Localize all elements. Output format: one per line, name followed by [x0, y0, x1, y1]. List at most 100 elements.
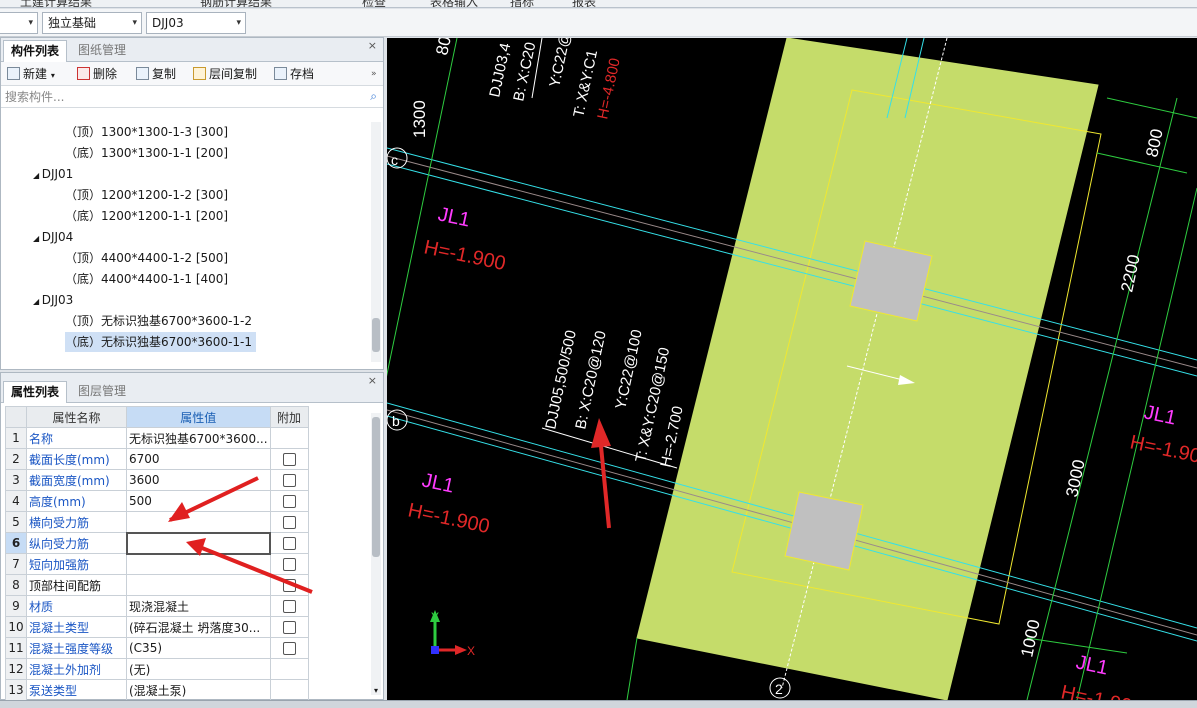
tree-leaf-item[interactable]: （顶）无标识独基6700*3600-1-2 [65, 311, 256, 331]
beam-elevation: H=-1.900 [422, 236, 508, 275]
attach-checkbox[interactable] [282, 452, 296, 466]
property-row[interactable]: 6 纵向受力筋 [5, 531, 309, 555]
property-value[interactable]: (无) [126, 658, 271, 680]
component-name-combo[interactable]: DJJ03 ▾ [146, 12, 246, 34]
property-row[interactable]: 13 泵送类型 (混凝土泵) [5, 679, 309, 701]
property-value[interactable]: 6700 [126, 448, 271, 470]
tree-item-label: （顶）无标识独基6700*3600-1-2 [65, 314, 253, 328]
tree-group-item[interactable]: ◢ DJJ03 [33, 290, 73, 310]
attach-checkbox[interactable] [282, 599, 296, 613]
expand-icon[interactable]: ◢ [33, 297, 42, 306]
property-scrollbar-thumb[interactable] [372, 417, 380, 557]
component-panel-tabs: 构件列表 图纸管理 × [1, 38, 383, 62]
tree-leaf-item[interactable]: （底）4400*4400-1-1 [400] [65, 269, 232, 289]
property-row[interactable]: 4 高度(mm) 500 [5, 490, 309, 512]
chevron-down-icon: ▾ [132, 18, 137, 28]
property-value[interactable]: (混凝土泵) [126, 679, 271, 701]
tab-drawing-management[interactable]: 图纸管理 [71, 40, 133, 62]
attach-checkbox[interactable] [282, 536, 296, 550]
property-name: 顶部柱间配筋 [26, 574, 127, 596]
expand-icon[interactable]: ◢ [33, 171, 42, 180]
property-row[interactable]: 5 横向受力筋 [5, 511, 309, 533]
delete-button[interactable]: 删除 [77, 66, 117, 82]
archive-button[interactable]: 存档 [274, 66, 314, 82]
property-row[interactable]: 2 截面长度(mm) 6700 [5, 448, 309, 470]
property-value[interactable] [125, 531, 272, 555]
ribbon-tab[interactable]: 土建计算结果 [20, 0, 92, 7]
attach-checkbox[interactable] [282, 641, 296, 655]
scroll-down-icon[interactable]: ▾ [371, 686, 381, 695]
drawing-canvas[interactable]: 1300 800 2200 3000 1000 80 c b 2 JL1 H=-… [381, 30, 1197, 708]
attach-checkbox[interactable] [282, 473, 296, 487]
ribbon-tab[interactable]: 指标 [510, 0, 534, 7]
tab-component-list[interactable]: 构件列表 [3, 40, 68, 62]
layer-copy-button[interactable]: 层间复制 [193, 66, 257, 82]
property-row[interactable]: 7 短向加强筋 [5, 553, 309, 575]
tab-layer-management[interactable]: 图层管理 [71, 381, 133, 403]
tree-leaf-item[interactable]: （顶）1300*1300-1-3 [300] [65, 122, 232, 142]
footing-note-line: Y:C22@100 [612, 328, 645, 411]
property-row[interactable]: 8 顶部柱间配筋 [5, 574, 309, 596]
ribbon-tab[interactable]: 表格输入 [430, 0, 478, 7]
tree-leaf-item[interactable]: （顶）4400*4400-1-2 [500] [65, 248, 232, 268]
tree-leaf-item[interactable]: （底）无标识独基6700*3600-1-1 [65, 332, 257, 352]
search-icon[interactable]: ⌕ [370, 89, 377, 104]
layer-copy-icon [193, 67, 206, 80]
attach-checkbox[interactable] [282, 557, 296, 571]
tree-scrollbar-thumb[interactable] [372, 318, 380, 352]
property-row[interactable]: 9 材质 现浇混凝土 [5, 595, 309, 617]
property-value[interactable]: (碎石混凝土 坍落度30... [126, 616, 271, 638]
row-number: 1 [5, 427, 27, 449]
new-button[interactable]: 新建 ▾ [7, 66, 55, 82]
property-value[interactable]: (C35) [126, 637, 271, 659]
tree-leaf-item[interactable]: （底）1200*1200-1-1 [200] [65, 206, 232, 226]
property-value[interactable]: 无标识独基6700*3600... [126, 427, 271, 449]
cad-drawing[interactable]: 1300 800 2200 3000 1000 80 c b 2 JL1 H=-… [381, 30, 1197, 708]
tree-group-item[interactable]: ◢ DJJ04 [33, 227, 73, 247]
ribbon-tab[interactable]: 检查 [362, 0, 386, 7]
property-row[interactable]: 1 名称 无标识独基6700*3600... [5, 427, 309, 449]
tab-property-list[interactable]: 属性列表 [3, 381, 68, 403]
toolbar-overflow-icon[interactable]: » [371, 66, 377, 82]
ribbon-tab[interactable]: 报表 [572, 0, 596, 7]
property-value[interactable] [126, 574, 271, 596]
copy-button[interactable]: 复制 [136, 66, 176, 82]
property-value[interactable] [126, 511, 271, 533]
close-icon[interactable]: × [368, 39, 377, 52]
footing-note-line: B: X:C20@120 [572, 329, 609, 431]
tree-leaf-item[interactable]: （顶）1200*1200-1-2 [300] [65, 185, 232, 205]
tree-scrollbar[interactable] [371, 122, 381, 362]
component-search: ⌕ [1, 86, 383, 108]
attach-checkbox[interactable] [282, 494, 296, 508]
footing-note-line: DJJ03,4 [486, 41, 514, 98]
attach-checkbox[interactable] [282, 620, 296, 634]
close-icon[interactable]: × [368, 374, 377, 387]
row-number: 11 [5, 637, 27, 659]
tree-group-item[interactable]: ◢ DJJ01 [33, 164, 73, 184]
property-value[interactable]: 现浇混凝土 [126, 595, 271, 617]
attach-checkbox[interactable] [282, 578, 296, 592]
property-row[interactable]: 12 混凝土外加剂 (无) [5, 658, 309, 680]
attach-cell [269, 469, 309, 491]
property-row[interactable]: 3 截面宽度(mm) 3600 [5, 469, 309, 491]
expand-icon[interactable]: ◢ [33, 234, 42, 243]
floor-combo[interactable]: ▾ [0, 12, 38, 34]
property-value[interactable]: 500 [126, 490, 271, 512]
property-row[interactable]: 10 混凝土类型 (碎石混凝土 坍落度30... [5, 616, 309, 638]
ribbon-tab[interactable]: 钢筋计算结果 [200, 0, 272, 7]
property-value[interactable] [126, 553, 271, 575]
property-value[interactable]: 3600 [126, 469, 271, 491]
property-name: 纵向受力筋 [26, 532, 127, 554]
property-name: 泵送类型 [26, 679, 127, 701]
property-scrollbar[interactable]: ▾ [371, 413, 381, 695]
chevron-down-icon: ▾ [50, 71, 55, 80]
attach-cell [269, 658, 309, 680]
layer-copy-label: 层间复制 [209, 67, 258, 81]
property-row[interactable]: 11 混凝土强度等级 (C35) [5, 637, 309, 659]
row-number: 10 [5, 616, 27, 638]
tree-item-label: （底）4400*4400-1-1 [400] [65, 272, 229, 286]
component-type-combo[interactable]: 独立基础 ▾ [42, 12, 142, 34]
tree-leaf-item[interactable]: （底）1300*1300-1-1 [200] [65, 143, 232, 163]
attach-checkbox[interactable] [282, 515, 296, 529]
component-search-input[interactable] [5, 88, 359, 106]
